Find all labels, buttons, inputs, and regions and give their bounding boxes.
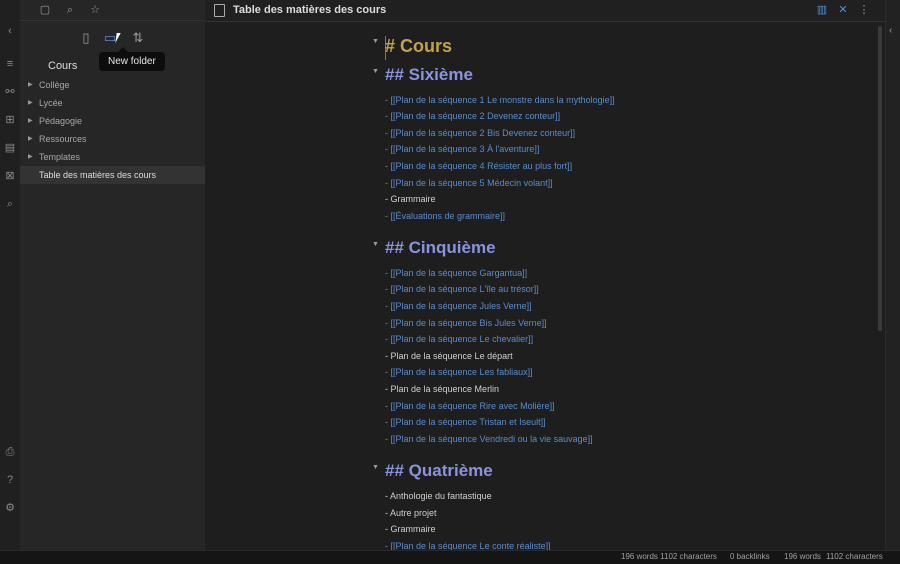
list-item[interactable]: - [[Plan de la séquence Les fabliaux]] [385,367,533,377]
reading-view-icon[interactable]: ▥ [815,3,829,17]
list-item[interactable]: - [[Plan de la séquence Vendredi ou la v… [385,434,593,444]
sort-icon[interactable]: ⇅ [130,30,146,46]
new-folder-tooltip: New folder [99,52,165,71]
scrollbar-thumb[interactable] [878,26,882,331]
folder-label: Pédagogie [39,116,83,126]
list-item[interactable]: - [[Évaluations de grammaire]] [385,211,505,221]
file-explorer-sidebar: ▢ ⌕ ☆ ▯ ▭ ⇅ New folder Cours ▶ Collège ▶ L… [20,0,206,550]
vault-switcher-icon[interactable]: ⎙ [3,445,17,459]
list-item[interactable]: - [[Plan de la séquence Jules Verne]] [385,301,532,311]
list-item[interactable]: - [[Plan de la séquence 2 Bis Devenez co… [385,128,575,138]
settings-icon[interactable]: ⚙ [3,501,17,515]
heading-cinquieme[interactable]: ## Cinquième [385,238,496,258]
list-item[interactable]: - [[Plan de la séquence Rire avec Molièr… [385,401,555,411]
word-count-status: 196 words 1102 characters [621,552,717,561]
fold-caret-icon[interactable]: ▼ [372,464,379,471]
file-tree: ▶ Collège ▶ Lycée ▶ Pédagogie ▶ Ressources ▶… [20,76,205,184]
heading-quatrieme[interactable]: ## Quatrième [385,461,493,481]
folder-pedagogie[interactable]: ▶ Pédagogie [20,112,205,130]
list-item[interactable]: - [[Plan de la séquence Bis Jules Verne]… [385,318,547,328]
templates-icon[interactable]: ⊠ [3,169,17,183]
list-item[interactable]: - [[Plan de la séquence L'île au trésor]… [385,284,539,294]
heading-1[interactable]: # Cours [385,36,452,57]
files-tab-icon[interactable]: ▢ [38,3,52,17]
search-tab-icon[interactable]: ⌕ [63,3,77,17]
graph-view-icon[interactable]: ⚯ [3,85,17,99]
folder-label: Templates [39,152,81,162]
status-bar: 196 words 1102 characters 0 backlinks 19… [0,550,900,564]
note-title[interactable]: Table des matières des cours [233,4,386,16]
list-item[interactable]: - Plan de la séquence Merlin [385,384,499,394]
chevron-right-icon: ▶ [28,100,33,106]
help-icon[interactable]: ? [3,473,17,487]
list-item[interactable]: - [[Plan de la séquence 3 À l'aventure]] [385,144,539,154]
canvas-icon[interactable]: ⊞ [3,113,17,127]
fold-caret-icon[interactable]: ▼ [372,38,379,45]
more-options-icon[interactable]: ⋮ [857,3,871,17]
word-count: 196 words [784,552,821,561]
list-item[interactable]: - Grammaire [385,524,436,534]
backlinks-status[interactable]: 0 backlinks [730,552,770,561]
list-item[interactable]: - [[Plan de la séquence 4 Résister au pl… [385,161,572,171]
list-item[interactable]: - [[Plan de la séquence Tristan et Iseul… [385,417,546,427]
chevron-right-icon: ▶ [28,118,33,124]
list-item[interactable]: - Autre projet [385,508,437,518]
document-icon [214,4,225,17]
chevron-right-icon: ▶ [28,82,33,88]
list-item[interactable]: - [[Plan de la séquence Le chevalier]] [385,334,533,344]
folder-label: Ressources [39,134,87,144]
list-item[interactable]: - [[Plan de la séquence Le conte réalist… [385,541,551,550]
collapse-sidebar-icon[interactable]: ‹ [3,24,17,38]
file-label: Table des matières des cours [39,170,157,180]
list-item[interactable]: - Anthologie du fantastique [385,491,492,501]
list-item[interactable]: - [[Plan de la séquence Gargantua]] [385,268,527,278]
folder-college[interactable]: ▶ Collège [20,76,205,94]
chevron-right-icon: ▶ [28,154,33,160]
folder-lycee[interactable]: ▶ Lycée [20,94,205,112]
mouse-cursor [115,33,121,43]
close-icon[interactable]: ✕ [836,3,850,17]
quick-switcher-icon[interactable]: ≡ [3,57,17,71]
daily-note-icon[interactable]: ▤ [3,141,17,155]
expand-right-sidebar-icon[interactable]: ‹ [889,25,899,36]
sidebar-tab-header: ▢ ⌕ ☆ [20,0,205,21]
file-table-des-matieres[interactable]: Table des matières des cours [20,166,205,184]
list-item[interactable]: - [[Plan de la séquence 2 Devenez conteu… [385,111,560,121]
character-count: 1102 characters [826,552,883,561]
chevron-right-icon: ▶ [28,136,33,142]
new-note-icon[interactable]: ▯ [78,30,94,46]
fold-caret-icon[interactable]: ▼ [372,68,379,75]
right-sidebar-collapsed: ‹ [885,0,900,550]
folder-ressources[interactable]: ▶ Ressources [20,130,205,148]
bookmarks-tab-icon[interactable]: ☆ [88,3,102,17]
list-item[interactable]: - Plan de la séquence Le départ [385,351,513,361]
audio-recorder-icon[interactable]: ⌕ [3,197,17,211]
editor-pane: Table des matières des cours ▥ ✕ ⋮ ▼ # C… [205,0,885,550]
left-ribbon: ‹ ≡ ⚯ ⊞ ▤ ⊠ ⌕ ⎙ ? ⚙ [0,0,21,563]
tab-header: Table des matières des cours ▥ ✕ ⋮ [205,0,885,22]
list-item[interactable]: - Grammaire [385,194,436,204]
folder-label: Lycée [39,98,63,108]
heading-sixieme[interactable]: ## Sixième [385,65,473,85]
list-item[interactable]: - [[Plan de la séquence 1 Le monstre dan… [385,95,615,105]
scrollbar[interactable] [878,26,882,546]
vault-root-folder[interactable]: Cours [48,60,77,72]
fold-caret-icon[interactable]: ▼ [372,241,379,248]
folder-label: Collège [39,80,70,90]
list-item[interactable]: - [[Plan de la séquence 5 Médecin volant… [385,178,553,188]
folder-templates[interactable]: ▶ Templates [20,148,205,166]
